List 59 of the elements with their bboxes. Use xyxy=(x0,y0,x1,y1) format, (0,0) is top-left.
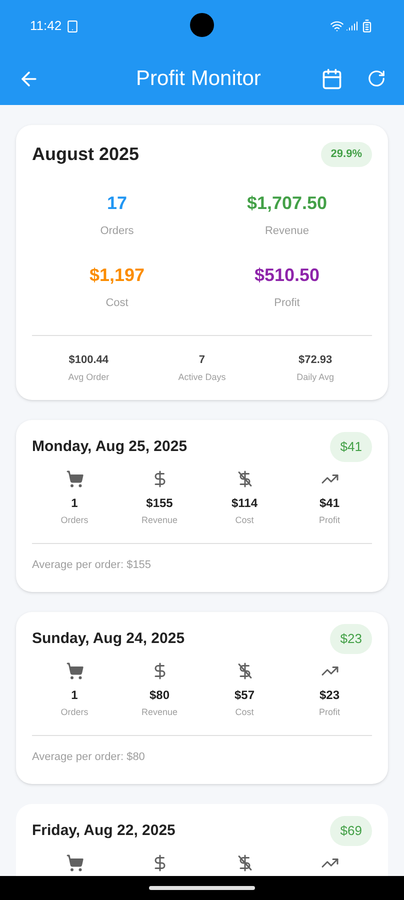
refresh-button[interactable] xyxy=(367,69,386,88)
stat-value: 1 xyxy=(71,686,78,704)
status-time: 11:42 xyxy=(30,17,62,36)
metric-label: Cost xyxy=(106,296,128,310)
wifi-icon xyxy=(330,19,344,33)
metric-label: Profit xyxy=(274,296,300,310)
crossed-dollar-icon xyxy=(236,470,254,488)
metric-value: 17 xyxy=(106,192,128,215)
camera-cutout xyxy=(190,13,214,37)
average-text: Average per order: $155 xyxy=(32,559,152,571)
profit-badge: $23 xyxy=(330,624,372,654)
stat-value: $57 xyxy=(234,686,255,704)
stat-value: $80 xyxy=(149,686,170,704)
signal-icon xyxy=(346,20,358,32)
calendar-button[interactable] xyxy=(321,68,343,90)
crossed-dollar-icon xyxy=(236,854,254,872)
crossed-dollar-icon xyxy=(236,662,254,680)
day-date: Monday, Aug 25, 2025 xyxy=(32,436,188,456)
stat-label: Orders xyxy=(60,706,88,718)
battery-icon xyxy=(360,19,374,33)
metric-label: Revenue xyxy=(264,224,310,239)
stat-value: $114 xyxy=(231,494,258,512)
average-text: Average per order: $80 xyxy=(32,751,145,763)
cart-icon xyxy=(66,470,84,488)
day-date: Friday, Aug 22, 2025 xyxy=(32,820,176,840)
stat-value: $155 xyxy=(146,494,173,512)
metric-value: $1,707.50 xyxy=(246,192,328,215)
stat-label: Orders xyxy=(60,514,88,526)
metric-value: $1,197 xyxy=(89,264,145,286)
notification-icon xyxy=(66,20,79,32)
cart-icon xyxy=(66,662,84,680)
stat-label: Cost xyxy=(235,706,254,718)
stat-label: Revenue xyxy=(141,514,178,526)
month-title: August 2025 xyxy=(32,143,140,166)
footer-label: Avg Order xyxy=(68,370,110,384)
margin-badge: 29.9% xyxy=(320,142,372,167)
footer-label: Daily Avg xyxy=(296,370,334,384)
day-card[interactable]: Monday, Aug 25, 2025 $41 1 Orders $155 Revenue $114 Cost $41 Profit Average per order: $155 xyxy=(16,420,388,592)
stat-value: $23 xyxy=(319,686,340,704)
day-card[interactable]: Friday, Aug 22, 2025 $69 xyxy=(16,804,388,876)
home-handle[interactable] xyxy=(149,886,255,890)
metric-label: Orders xyxy=(100,224,134,239)
footer-value: $72.93 xyxy=(298,353,332,368)
stat-value: $41 xyxy=(319,494,340,512)
footer-value: 7 xyxy=(198,353,206,368)
app-title: Profit Monitor xyxy=(136,66,261,92)
profit-badge: $69 xyxy=(330,816,372,846)
stat-label: Profit xyxy=(318,514,340,526)
footer-value: $100.44 xyxy=(68,353,109,368)
cart-icon xyxy=(66,854,84,872)
day-card[interactable]: Sunday, Aug 24, 2025 $23 1 Orders $80 Revenue $57 Cost $23 Profit Average per order: $80 xyxy=(16,612,388,784)
profit-badge: $41 xyxy=(330,432,372,462)
stat-value: 1 xyxy=(71,494,78,512)
day-date: Sunday, Aug 24, 2025 xyxy=(32,628,185,648)
footer-label: Active Days xyxy=(178,370,226,384)
stat-label: Profit xyxy=(318,706,340,718)
stat-label: Cost xyxy=(235,514,254,526)
metric-value: $510.50 xyxy=(254,264,320,286)
stat-label: Revenue xyxy=(141,706,178,718)
